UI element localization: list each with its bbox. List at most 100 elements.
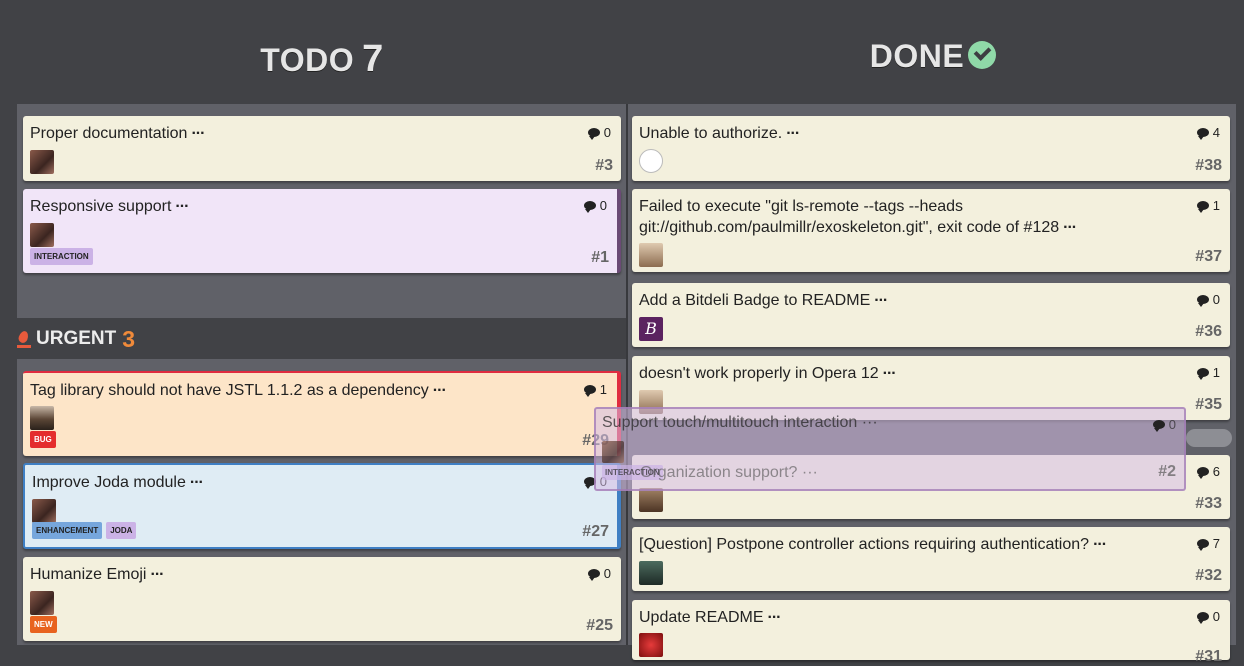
comment-count-value: 7 bbox=[1212, 536, 1220, 551]
avatar[interactable] bbox=[30, 223, 54, 247]
comment-bubble-icon bbox=[583, 201, 596, 213]
comment-bubble-icon bbox=[1196, 612, 1209, 624]
more-menu-icon[interactable]: ··· bbox=[175, 198, 189, 215]
more-menu-icon[interactable]: ··· bbox=[874, 292, 888, 309]
label-list: NEW bbox=[30, 616, 57, 633]
more-menu-icon[interactable]: ··· bbox=[191, 125, 205, 142]
issue-card[interactable]: Tag library should not have JSTL 1.1.2 a… bbox=[23, 371, 621, 456]
comment-count-value: 1 bbox=[1212, 198, 1220, 213]
avatar[interactable] bbox=[32, 499, 56, 523]
issue-card[interactable]: Proper documentation ··· 0 #3 bbox=[23, 116, 621, 181]
issue-card[interactable]: Humanize Emoji ··· 0 NEW #25 bbox=[23, 557, 621, 641]
more-menu-icon[interactable]: ··· bbox=[1093, 536, 1107, 553]
more-menu-icon[interactable]: ··· bbox=[150, 566, 164, 583]
done-column-header: DONE bbox=[628, 38, 1238, 86]
issue-card[interactable]: Add a Bitdeli Badge to README ··· 0 B #36 bbox=[632, 283, 1230, 347]
avatar[interactable] bbox=[639, 243, 663, 267]
label-list: BUG bbox=[30, 431, 56, 448]
card-title-text: Update README bbox=[639, 609, 764, 626]
label-badge[interactable]: JODA bbox=[106, 522, 137, 539]
comment-count: 1 bbox=[1196, 198, 1220, 213]
issue-number[interactable]: #33 bbox=[1195, 495, 1222, 513]
urgent-title: URGENT bbox=[36, 328, 117, 349]
comment-count: 0 bbox=[583, 198, 607, 213]
comment-count-value: 1 bbox=[1212, 365, 1220, 380]
avatar[interactable] bbox=[639, 488, 663, 512]
comment-bubble-icon bbox=[587, 128, 600, 140]
check-circle-icon bbox=[968, 40, 997, 69]
label-badge[interactable]: NEW bbox=[30, 616, 57, 633]
column-divider bbox=[626, 104, 628, 645]
comment-bubble-icon bbox=[1196, 295, 1209, 307]
issue-number[interactable]: #31 bbox=[1195, 648, 1222, 666]
issue-number[interactable]: #38 bbox=[1195, 157, 1222, 175]
avatar[interactable] bbox=[639, 633, 663, 657]
more-menu-icon[interactable]: ··· bbox=[190, 474, 204, 491]
drop-placeholder bbox=[1186, 429, 1232, 447]
comment-bubble-icon bbox=[1196, 539, 1209, 551]
more-menu-icon[interactable]: ··· bbox=[883, 365, 897, 382]
avatar bbox=[602, 441, 624, 463]
avatar[interactable] bbox=[639, 149, 663, 173]
avatar[interactable] bbox=[30, 406, 54, 430]
issue-number[interactable]: #3 bbox=[595, 157, 613, 175]
comment-count: 0 bbox=[1196, 292, 1220, 307]
label-badge[interactable]: BUG bbox=[30, 431, 56, 448]
comment-count-value: 0 bbox=[603, 566, 611, 581]
issue-card[interactable]: Responsive support ··· 0 INTERACTION #1 bbox=[23, 189, 621, 273]
card-title: [Question] Postpone controller actions r… bbox=[639, 534, 1223, 555]
label-list: ENHANCEMENT JODA bbox=[32, 522, 137, 539]
flame-icon bbox=[17, 330, 31, 348]
issue-number[interactable]: #25 bbox=[586, 617, 613, 635]
issue-number[interactable]: #1 bbox=[591, 249, 609, 267]
issue-number[interactable]: #27 bbox=[582, 523, 609, 541]
label-badge[interactable]: ENHANCEMENT bbox=[32, 522, 103, 539]
issue-card[interactable]: Improve Joda module··· 0 ENHANCEMENT JOD… bbox=[23, 463, 621, 549]
card-title: Humanize Emoji ··· bbox=[30, 564, 614, 585]
issue-card[interactable]: Update README ··· 0 #31 bbox=[632, 600, 1230, 665]
ghost-second-title: Organization support? ··· bbox=[640, 464, 818, 481]
issue-card[interactable]: Unable to authorize. ··· 4 #38 bbox=[632, 116, 1230, 181]
bitdeli-avatar[interactable]: B bbox=[639, 317, 663, 341]
more-menu-icon[interactable]: ··· bbox=[433, 382, 447, 399]
card-title-text: Improve Joda module bbox=[32, 474, 186, 491]
comment-count: 6 bbox=[1196, 464, 1220, 479]
issue-number[interactable]: #35 bbox=[1195, 396, 1222, 414]
card-title: Improve Joda module ··· bbox=[32, 472, 610, 493]
more-menu-icon[interactable]: ··· bbox=[786, 125, 800, 142]
card-title-text: Add a Bitdeli Badge to README bbox=[639, 292, 871, 309]
comment-count-value: 0 bbox=[1212, 292, 1220, 307]
comment-count: 1 bbox=[1196, 365, 1220, 380]
card-title: Proper documentation ··· bbox=[30, 123, 614, 144]
issue-number[interactable]: #32 bbox=[1195, 567, 1222, 585]
more-menu-icon[interactable]: ··· bbox=[768, 609, 782, 626]
card-title-text: Humanize Emoji bbox=[30, 566, 147, 583]
urgent-section-header: URGENT 3 bbox=[17, 326, 135, 352]
comment-bubble-icon bbox=[1196, 201, 1209, 213]
comment-count: 4 bbox=[1196, 125, 1220, 140]
label-badge[interactable]: INTERACTION bbox=[30, 248, 93, 265]
issue-card[interactable]: [Question] Postpone controller actions r… bbox=[632, 527, 1230, 591]
comment-bubble-icon bbox=[1196, 368, 1209, 380]
ghost-title: Support touch/multitouch interaction ··· bbox=[602, 414, 878, 431]
avatar[interactable] bbox=[30, 150, 54, 174]
dragged-card-ghost[interactable]: Support touch/multitouch interaction ···… bbox=[594, 407, 1186, 491]
card-title: Update README ··· bbox=[639, 607, 1223, 628]
comment-bubble-icon bbox=[587, 569, 600, 581]
issue-number[interactable]: #36 bbox=[1195, 323, 1222, 341]
comment-bubble-icon bbox=[1196, 467, 1209, 479]
comment-count-value: 6 bbox=[1212, 464, 1220, 479]
card-title-text: Unable to authorize. bbox=[639, 125, 783, 142]
avatar[interactable] bbox=[639, 561, 663, 585]
issue-card[interactable]: Failed to execute "git ls-remote --tags … bbox=[632, 189, 1230, 272]
comment-count: 0 bbox=[587, 125, 611, 140]
more-menu-icon[interactable]: ··· bbox=[1063, 219, 1077, 236]
card-title: Unable to authorize. ··· bbox=[639, 123, 1223, 144]
card-title-text: doesn't work properly in Opera 12 bbox=[639, 365, 879, 382]
card-title: Tag library should not have JSTL 1.1.2 a… bbox=[30, 380, 610, 401]
urgent-count: 3 bbox=[122, 325, 136, 352]
issue-number[interactable]: #37 bbox=[1195, 248, 1222, 266]
card-title-text: Failed to execute "git ls-remote --tags … bbox=[639, 198, 1060, 236]
comment-bubble-icon bbox=[1196, 128, 1209, 140]
avatar[interactable] bbox=[30, 591, 54, 615]
